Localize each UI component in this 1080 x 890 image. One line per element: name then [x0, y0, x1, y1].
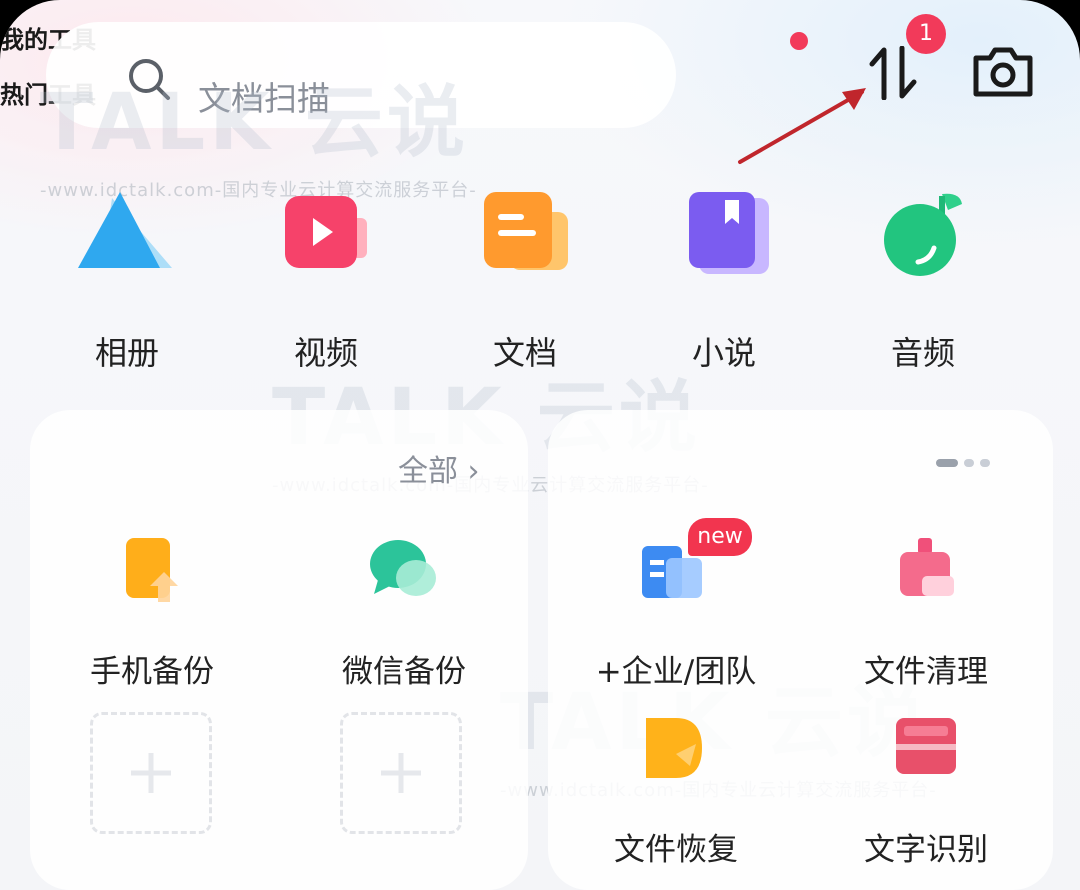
- category-documents[interactable]: 文档: [450, 188, 600, 374]
- video-icon: [285, 196, 367, 268]
- tool-enterprise-team[interactable]: +企业/团队: [576, 536, 776, 691]
- search-icon: [129, 59, 170, 100]
- category-audio[interactable]: 音频: [848, 188, 998, 374]
- pager-dot-active: [936, 458, 958, 467]
- phone-backup-icon: [126, 538, 178, 602]
- tool-file-recovery[interactable]: 文件恢复: [576, 714, 776, 869]
- category-novels[interactable]: 小说: [649, 188, 799, 374]
- new-badge: new: [688, 518, 752, 556]
- wechat-backup-icon: [370, 540, 436, 596]
- tool-phone-backup[interactable]: 手机备份: [52, 536, 252, 691]
- annotation-arrow: [738, 88, 866, 164]
- pager-dot: [964, 458, 974, 467]
- audio-icon: [884, 193, 962, 276]
- tool-ocr[interactable]: 文字识别: [826, 714, 1026, 869]
- search-placeholder: 文档扫描: [198, 79, 330, 118]
- file-recovery-icon: [646, 718, 702, 778]
- search-bar[interactable]: 文档扫描: [46, 22, 676, 128]
- document-icon: [484, 192, 568, 270]
- chevron-right-icon: ›: [458, 454, 480, 489]
- tool-wechat-backup[interactable]: 微信备份: [304, 536, 504, 691]
- camera-icon[interactable]: [972, 44, 1034, 98]
- add-tool-slot-1[interactable]: [90, 712, 212, 834]
- pager-dot: [980, 458, 990, 467]
- tool-file-cleanup[interactable]: 文件清理: [826, 536, 1026, 691]
- file-cleanup-icon: [900, 538, 954, 596]
- notification-dot: [790, 32, 808, 50]
- photo-album-icon: [78, 192, 172, 268]
- screen: 文档扫描 1 TALK 云说 -www.idctalk.com-国内专业云计算交…: [0, 0, 1080, 890]
- category-photos[interactable]: 相册: [52, 188, 202, 374]
- ocr-icon: [896, 718, 956, 774]
- my-tools-all-link[interactable]: 全部 ›: [398, 446, 480, 490]
- category-videos[interactable]: 视频: [251, 188, 401, 374]
- transfer-badge: 1: [906, 14, 946, 54]
- hot-tools-pager[interactable]: [936, 452, 996, 471]
- novel-book-icon: [689, 192, 769, 274]
- plus-icon: [131, 753, 171, 793]
- plus-icon: [381, 753, 421, 793]
- add-tool-slot-2[interactable]: [340, 712, 462, 834]
